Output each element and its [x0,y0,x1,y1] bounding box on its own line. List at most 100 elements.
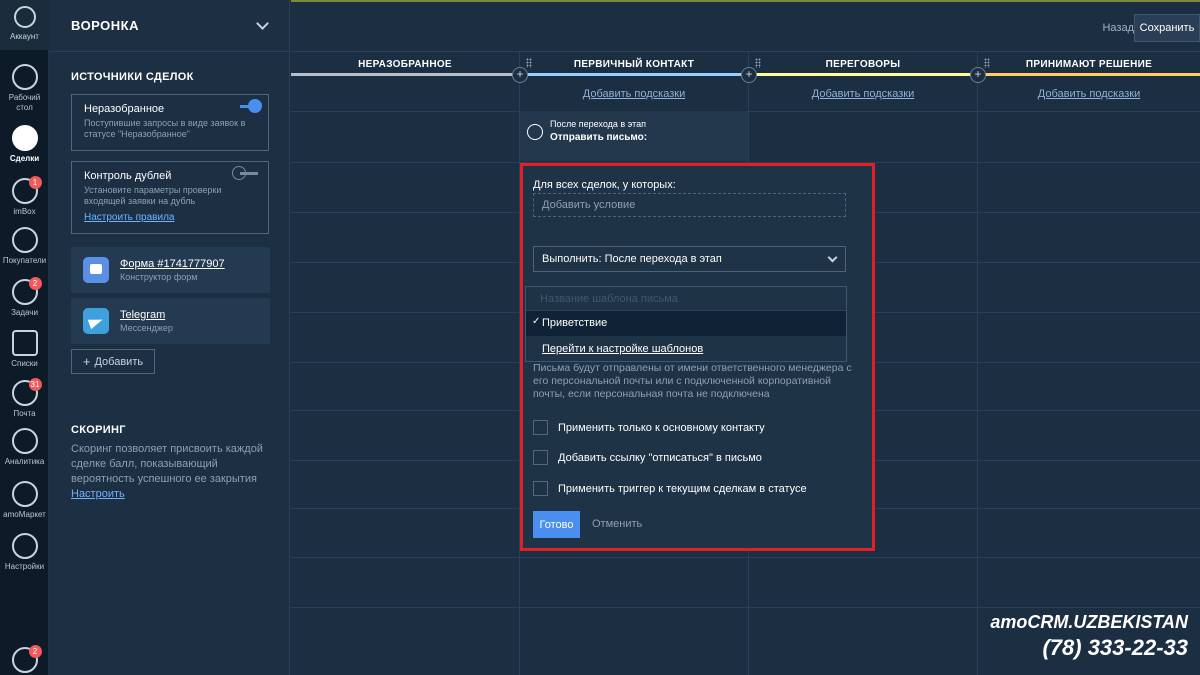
nav-mail[interactable]: 31 Почта [0,378,49,419]
integration-desc: Мессенджер [120,323,173,333]
add-source-button[interactable]: + Добавить [71,349,155,374]
unsubscribe-checkbox-row[interactable]: Добавить ссылку "отписаться" в письмо [533,450,762,465]
telegram-icon [83,308,109,334]
template-option-label: Приветствие [542,317,608,329]
tasks-icon: 2 [11,277,42,305]
check-icon: ✓ [532,316,541,327]
nav-lists[interactable]: Списки [0,330,49,369]
stage-color-line [978,73,1200,76]
nav-imbox[interactable]: 1 imBox [0,176,49,217]
add-condition-field[interactable]: Добавить условие [533,193,846,217]
checkbox[interactable] [533,450,548,465]
template-search-input[interactable]: Название шаблона письма [526,287,846,311]
add-stage-plus-icon[interactable]: + [512,67,528,83]
brand-watermark: amoCRM.UZBEKISTAN (78) 333-22-33 [990,612,1188,661]
trigger-card[interactable]: После перехода в этап Отправить письмо: [520,111,748,161]
duplicates-toggle[interactable] [232,166,258,180]
back-button[interactable]: Назад [1102,22,1134,34]
mail-icon [527,124,543,140]
nav-analytics[interactable]: Аналитика [0,428,49,467]
cancel-button[interactable]: Отменить [592,518,642,530]
scoring-configure-link[interactable]: Настроить [71,488,125,500]
nav-tasks[interactable]: 2 Задачи [0,277,49,318]
duplicates-desc: Установите параметры проверки входящей з… [84,185,222,206]
checkbox-label: Применить только к основному контакту [558,421,765,434]
analytics-icon [11,428,38,454]
nav-dashboard[interactable]: Рабочий стол [0,64,49,113]
nav-rail: Аккаунт Рабочий стол Сделки 1 imBox Поку… [0,0,49,675]
nav-label: Рабочий стол [8,93,41,112]
execute-value: Выполнить: После перехода в этап [542,253,722,265]
unsorted-card: Неразобранное Поступившие запросы в виде… [71,94,269,151]
nav-settings[interactable]: Настройки [0,533,49,572]
nav-label: Задачи [11,308,38,317]
grid-row-divider [291,607,1200,608]
checkbox-label: Применить триггер к текущим сделкам в ст… [558,482,807,495]
integration-telegram[interactable]: Telegram Мессенджер [71,298,270,344]
pipeline-panel: ВОРОНКА ИСТОЧНИКИ СДЕЛОК Неразобранное П… [49,0,290,675]
chat-icon: 1 [11,176,42,204]
add-hints-link[interactable]: Добавить подсказки [749,88,977,100]
notification-badge: 31 [28,378,42,391]
unsorted-desc: Поступившие запросы в виде заявок в стат… [84,118,246,139]
add-stage-plus-icon[interactable]: + [970,67,986,83]
done-button[interactable]: Готово [533,511,580,538]
save-button[interactable]: Сохранить [1134,14,1200,42]
plus-icon: + [82,354,91,369]
execute-select[interactable]: Выполнить: После перехода в этап [533,246,846,272]
checkbox[interactable] [533,481,548,496]
nav-deals[interactable]: Сделки [0,125,49,164]
account-menu[interactable]: Аккаунт [0,0,49,50]
deals-icon [11,125,38,151]
checkbox-label: Добавить ссылку "отписаться" в письмо [558,451,762,464]
avatar-icon [13,6,36,28]
sources-title: ИСТОЧНИКИ СДЕЛОК [71,71,194,83]
top-bar: Назад Сохранить [291,0,1200,52]
main-contact-checkbox-row[interactable]: Применить только к основному контакту [533,420,765,435]
integration-title[interactable]: Форма #1741777907 [120,258,225,270]
add-hints-link[interactable]: Добавить подсказки [978,88,1200,100]
sender-note: Письма будут отправлены от имени ответст… [533,362,852,400]
nav-notifications[interactable]: 2 [0,645,49,675]
unsorted-title: Неразобранное [84,103,165,115]
template-option[interactable]: ✓ Приветствие [526,311,846,336]
add-stage-plus-icon[interactable]: + [741,67,757,83]
integration-title[interactable]: Telegram [120,309,173,321]
notification-badge: 2 [28,277,42,290]
nav-label: Сделки [9,154,40,163]
speedometer-icon [11,64,38,90]
duplicates-title: Контроль дублей [84,170,172,182]
grid-row-divider [291,557,1200,558]
add-label: Добавить [94,355,144,368]
nav-label: Почта [13,409,36,418]
nav-market[interactable]: amoМаркет [0,481,49,520]
nav-label: Покупатели [2,256,47,265]
chevron-down-icon [827,252,838,263]
duplicates-card: Контроль дублей Установите параметры про… [71,161,269,234]
stage-color-line [291,73,519,76]
settings-icon [11,533,38,559]
pipeline-selector[interactable]: ВОРОНКА [49,0,289,52]
integration-form[interactable]: Форма #1741777907 Конструктор форм [71,247,270,293]
scoring-text: Скоринг позволяет присвоить каждой сделк… [71,443,263,485]
trigger-settings-modal: Для всех сделок, у которых: Добавить усл… [520,163,875,551]
trigger-action: Отправить письмо: [550,132,648,143]
apply-current-checkbox-row[interactable]: Применить триггер к текущим сделкам в ст… [533,481,807,496]
stage-column: ПРИНИМАЮТ РЕШЕНИЕ Добавить подсказки [978,52,1200,675]
nav-label: Аналитика [4,457,45,466]
form-icon [83,257,109,283]
lists-icon [11,330,38,356]
nav-label: amoМаркет [3,510,46,519]
trigger-event: После перехода в этап [550,119,646,129]
unsorted-toggle[interactable] [240,99,262,113]
nav-customers[interactable]: Покупатели [0,227,49,266]
configure-rules-link[interactable]: Настроить правила [84,212,256,223]
template-settings-link[interactable]: Перейти к настройке шаблонов [526,336,846,362]
checkbox[interactable] [533,420,548,435]
stage-column: НЕРАЗОБРАННОЕ [291,52,520,675]
add-hints-link[interactable]: Добавить подсказки [520,88,748,100]
account-label: Аккаунт [10,32,39,41]
notification-badge: 1 [28,176,42,189]
nav-label: Списки [11,359,38,368]
scoring-title: СКОРИНГ [71,424,126,436]
